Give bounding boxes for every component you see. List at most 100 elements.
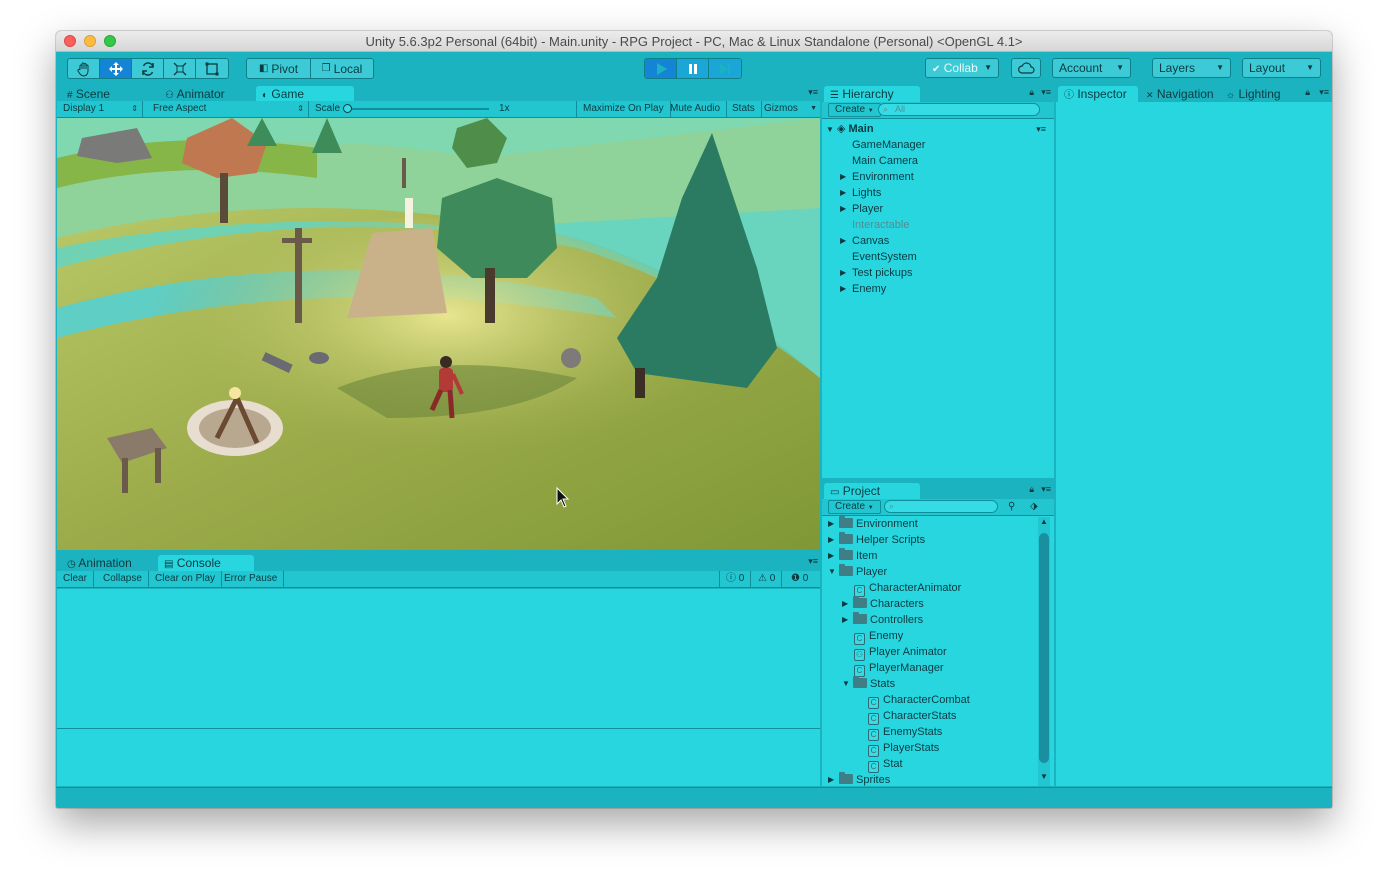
layout-dropdown[interactable]: Layout ▼ (1242, 58, 1321, 78)
collapsed-triangle-icon[interactable]: ▶ (840, 201, 846, 217)
console-clear-button[interactable]: Clear (57, 571, 94, 587)
hierarchy-item[interactable]: GameManager (822, 137, 1046, 153)
project-scrollbar-thumb[interactable] (1039, 533, 1049, 763)
collapsed-triangle-icon[interactable]: ▶ (842, 612, 848, 628)
layers-dropdown[interactable]: Layers ▼ (1152, 58, 1231, 78)
hierarchy-item[interactable]: EventSystem (822, 249, 1046, 265)
play-button[interactable] (645, 59, 677, 78)
project-folder[interactable]: ▶ Helper Scripts (822, 532, 1036, 548)
close-window-button[interactable] (64, 35, 76, 47)
hierarchy-item[interactable]: Interactable (822, 217, 1046, 233)
panel-menu-icon[interactable]: ▾≡ (808, 556, 818, 567)
panel-menu-icon[interactable]: ▾≡ (1041, 87, 1051, 98)
minimize-window-button[interactable] (84, 35, 96, 47)
pivot-toggle[interactable]: ◧ Pivot (247, 59, 311, 78)
stats-toggle[interactable]: Stats (726, 101, 762, 117)
scroll-up-arrow-icon[interactable]: ▲ (1040, 517, 1048, 526)
project-asset[interactable]: C EnemyStats (822, 724, 1036, 741)
hierarchy-item[interactable]: ▶ Test pickups (822, 265, 1046, 281)
display-dropdown[interactable]: Display 1 ⇕ (57, 101, 143, 117)
project-folder[interactable]: ▶ Item (822, 548, 1036, 564)
console-warning-toggle[interactable]: ⚠ 0 (752, 571, 783, 587)
panel-menu-icon[interactable]: ▾≡ (1319, 87, 1329, 98)
scale-tool-button[interactable] (164, 59, 196, 78)
collapsed-triangle-icon[interactable]: ▶ (840, 233, 846, 249)
tab-project[interactable]: ▭ Project (824, 483, 920, 499)
scroll-down-arrow-icon[interactable]: ▼ (1040, 772, 1048, 781)
project-asset[interactable]: C CharacterCombat (822, 692, 1036, 709)
hierarchy-item[interactable]: ▶ Environment (822, 169, 1046, 185)
hierarchy-create-dropdown[interactable]: Create ▼ (828, 103, 881, 117)
account-dropdown[interactable]: Account ▼ (1052, 58, 1131, 78)
panel-menu-icon[interactable]: ▾≡ (1041, 484, 1051, 495)
move-tool-button[interactable] (100, 59, 132, 78)
pause-button[interactable] (677, 59, 709, 78)
game-viewport[interactable] (57, 118, 820, 550)
project-scrollbar[interactable]: ▲ ▼ (1038, 517, 1050, 786)
project-asset[interactable]: C CharacterAnimator (822, 580, 1036, 597)
project-asset[interactable]: ⚇ Player Animator (822, 644, 1036, 661)
project-folder[interactable]: ▶ Characters (822, 596, 1036, 612)
project-folder[interactable]: ▼ Stats (822, 676, 1036, 692)
console-error-toggle[interactable]: ❶ 0 (785, 571, 814, 587)
scale-slider-handle[interactable] (343, 104, 352, 113)
project-search-input[interactable]: ⌕ (884, 500, 998, 513)
console-divider[interactable] (57, 728, 820, 729)
console-log-area[interactable] (57, 589, 820, 786)
collapsed-triangle-icon[interactable]: ▶ (840, 185, 846, 201)
collapsed-triangle-icon[interactable]: ▶ (828, 772, 834, 786)
mute-audio-toggle[interactable]: Mute Audio (664, 101, 728, 117)
lock-icon[interactable]: 🔒︎ (1029, 87, 1034, 98)
collapsed-triangle-icon[interactable]: ▶ (828, 516, 834, 532)
step-button[interactable] (709, 59, 741, 78)
expanded-triangle-icon[interactable]: ▼ (842, 676, 850, 692)
hierarchy-item[interactable]: Main Camera (822, 153, 1046, 169)
hierarchy-item[interactable]: ▶ Lights (822, 185, 1046, 201)
collab-dropdown[interactable]: ✔ Collab ▼ (925, 58, 999, 78)
panel-menu-icon[interactable]: ▾≡ (808, 87, 818, 98)
tab-game[interactable]: ◐ Game (256, 86, 354, 102)
gizmos-dropdown[interactable]: Gizmos ▼ (758, 101, 820, 117)
aspect-dropdown[interactable]: Free Aspect ⇕ (147, 101, 309, 117)
filter-by-type-icon[interactable]: ⚲ (1008, 499, 1015, 515)
collapsed-triangle-icon[interactable]: ▶ (840, 281, 846, 297)
scene-menu-icon[interactable]: ▾≡ (1036, 121, 1046, 137)
console-collapse-toggle[interactable]: Collapse (97, 571, 149, 587)
filter-by-label-icon[interactable]: ⬗ (1030, 499, 1038, 515)
tab-lighting[interactable]: ☼ Lighting (1220, 86, 1292, 102)
collapsed-triangle-icon[interactable]: ▶ (840, 265, 846, 281)
maximize-on-play-toggle[interactable]: Maximize On Play (577, 101, 671, 117)
tab-scene[interactable]: # Scene (61, 86, 151, 102)
expanded-triangle-icon[interactable]: ▼ (828, 564, 836, 580)
project-folder[interactable]: ▶ Environment (822, 516, 1036, 532)
rotate-tool-button[interactable] (132, 59, 164, 78)
hierarchy-search-input[interactable]: ⌕ All (878, 103, 1040, 116)
scale-slider[interactable] (343, 104, 489, 113)
hierarchy-item[interactable]: ▶ Enemy (822, 281, 1046, 297)
collapsed-triangle-icon[interactable]: ▶ (842, 596, 848, 612)
cloud-services-button[interactable] (1011, 58, 1041, 78)
collapsed-triangle-icon[interactable]: ▶ (828, 532, 834, 548)
hand-tool-button[interactable] (68, 59, 100, 78)
console-info-toggle[interactable]: ⓘ 0 (719, 571, 752, 587)
project-folder[interactable]: ▼ Player (822, 564, 1036, 580)
collapsed-triangle-icon[interactable]: ▶ (840, 169, 846, 185)
lock-icon[interactable]: 🔒︎ (1305, 87, 1310, 98)
lock-icon[interactable]: 🔒︎ (1029, 484, 1034, 495)
tab-console[interactable]: ▤ Console (158, 555, 254, 571)
hierarchy-scene-main[interactable]: ▼ ◈ Main ▾≡ (826, 121, 1050, 137)
project-asset[interactable]: C PlayerManager (822, 660, 1036, 677)
collapsed-triangle-icon[interactable]: ▶ (828, 548, 834, 564)
maximize-window-button[interactable] (104, 35, 116, 47)
project-asset[interactable]: C PlayerStats (822, 740, 1036, 757)
project-asset[interactable]: C Stat (822, 756, 1036, 773)
hierarchy-item[interactable]: ▶ Player (822, 201, 1046, 217)
tab-navigation[interactable]: ✕ Navigation (1140, 86, 1218, 102)
project-create-dropdown[interactable]: Create ▼ (828, 500, 881, 514)
project-asset[interactable]: C CharacterStats (822, 708, 1036, 725)
tab-hierarchy[interactable]: ☰ Hierarchy (824, 86, 920, 102)
hierarchy-item[interactable]: ▶ Canvas (822, 233, 1046, 249)
tab-animation[interactable]: ◷ Animation (61, 555, 153, 571)
tab-animator[interactable]: ⚇ Animator (159, 86, 254, 102)
project-folder[interactable]: ▶ Controllers (822, 612, 1036, 628)
